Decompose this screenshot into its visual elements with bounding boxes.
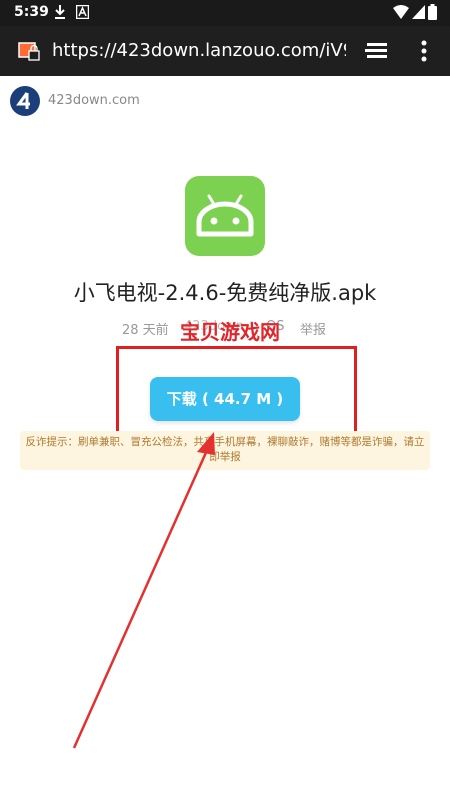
status-time: 5:39: [14, 4, 49, 20]
fraud-notice: 反诈提示：刷单兼职、冒充公检法，共享手机屏幕，裸聊敲诈，赌博等都是诈骗，请立即举…: [20, 431, 430, 470]
site-name[interactable]: 423down.com: [48, 93, 140, 108]
site-logo-icon[interactable]: [10, 86, 40, 116]
watermark-text: 宝贝游戏网: [180, 320, 280, 344]
status-bar: 5:39: [0, 0, 450, 26]
insecure-site-icon[interactable]: [18, 42, 40, 62]
upload-time: 28 天前: [122, 323, 169, 338]
battery-icon: [428, 4, 437, 20]
fraud-notice-text: 反诈提示：刷单兼职、冒充公检法，共享手机屏幕，裸聊敲诈，赌博等都是诈骗，请立即举…: [25, 436, 425, 463]
tabs-icon[interactable]: [365, 42, 389, 60]
download-button[interactable]: 下载 ( 44.7 M ): [150, 377, 300, 421]
download-notification-icon: [55, 5, 65, 19]
browser-toolbar: https://423down.lanzouo.com/iV93y: [0, 26, 450, 76]
report-link[interactable]: 举报: [300, 319, 326, 338]
android-app-icon: [185, 176, 265, 256]
overflow-menu-icon[interactable]: [421, 40, 427, 62]
signal-icon: [412, 5, 425, 19]
wifi-icon: [393, 5, 409, 19]
app-file-title: 小飞电视-2.4.6-免费纯净版.apk: [73, 281, 377, 305]
app-notification-icon: [76, 5, 89, 19]
address-bar[interactable]: https://423down.lanzouo.com/iV93y: [52, 40, 346, 62]
